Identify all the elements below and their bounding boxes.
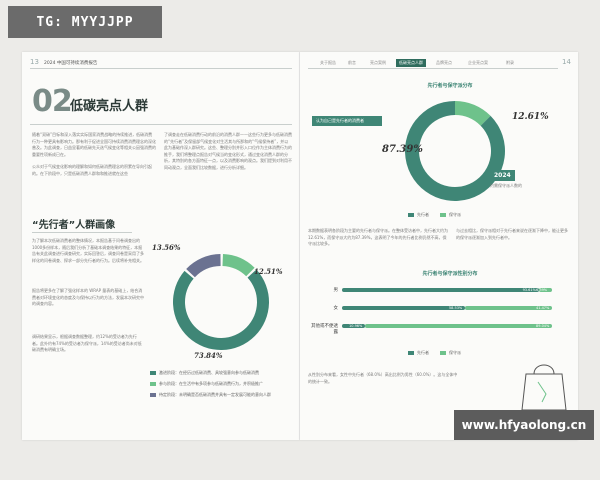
donut1-label-1: 12.51% — [254, 267, 283, 276]
right-page: 关于报告 前言 亮点案例 低碳亮点人群 品牌亮点 企业亮点案 附录 14 先行者与保守派分布… — [300, 52, 578, 440]
site-watermark: www.hfyaolong.cn — [454, 410, 594, 440]
report-title: 2024 中国可持续消费报告 — [44, 61, 98, 66]
donut1-slice-1 — [222, 254, 255, 277]
subsection-rule — [32, 232, 132, 233]
intro-paragraph-2: 公众对于气候变化影响的理解和如何低碳消费理念的积累在导向引起的。在下阶段中，只是… — [32, 164, 152, 176]
stage-donut-chart: 13.56% 12.51% 73.84% — [152, 243, 283, 360]
chart2-legend: 先行者 保守派 — [408, 350, 461, 356]
stage-legend: 激进阶段：在经历过低碳消费、具较强意向参与低碳消费 参与阶段：在生活中有多项参与… — [150, 370, 290, 398]
donut1-slice-2 — [173, 269, 269, 350]
legend-swatch — [408, 351, 414, 355]
legend-label: 先行者 — [417, 350, 429, 355]
telegram-overlay: TG: MYYJJPP — [8, 6, 162, 38]
legend-item-0: 激进阶段：在经历过低碳消费、具较强意向参与低碳消费 — [150, 370, 290, 376]
bar-category-label: 女 — [333, 306, 339, 311]
legend-swatch — [150, 382, 156, 386]
intro-paragraph: 随着“双碳”目标和深入落实实际国家消费战略的持续推进，低碳消费行为一种更具有影响… — [32, 132, 156, 157]
section-rule — [30, 124, 292, 125]
shopping-bag-illustration — [521, 364, 567, 411]
bar-category-label: 男 — [333, 288, 339, 293]
subsection-title: “先行者”人群画像 — [32, 220, 116, 231]
section-number: 02 — [32, 84, 73, 119]
bar-category-label: 其他或不便透露 — [311, 324, 338, 335]
page-number-left: 13 — [30, 58, 39, 66]
donut1-label-0: 13.56% — [152, 243, 181, 252]
legend-text: 参与阶段：在生活中有多项参与低碳消费行为，并积极推广 — [159, 381, 263, 386]
bar-value-label: 58.53% — [448, 306, 463, 311]
body-paragraph-6: 调研结果显示，根据调查数据整理，约12%的受访者为先行者。此外约有74%的受访者… — [32, 334, 142, 352]
donut1-label-2: 73.84% — [194, 351, 223, 360]
legend-text: 待定阶段：未明确是否低碳消费并具有一定发展可能的意向人群 — [159, 392, 271, 397]
header-rule — [30, 68, 292, 69]
legend-item-1: 参与阶段：在生活中有多项参与低碳消费行为，并积极推广 — [150, 381, 290, 387]
legend-swatch — [150, 393, 156, 397]
legend-label: 保守派 — [449, 350, 461, 355]
intro-paragraph-3: 了调查走在低碳消费行动的前沿的消费人群——这些行为更多与低碳消费的“先行者”及保… — [164, 132, 292, 170]
bar-value-label: 89.04% — [536, 324, 550, 329]
body-paragraph-3: 从性别分布来看，女性中先行者（68.0%）高出比例为男性（60.0%）。这与全体… — [308, 372, 458, 384]
legend-swatch — [150, 371, 156, 375]
legend-swatch — [440, 351, 446, 355]
bar-segment-先行者 — [342, 288, 539, 292]
bar-segment-保守派 — [365, 324, 552, 328]
legend-text: 激进阶段：在经历过低碳消费、具较强意向参与低碳消费 — [159, 370, 259, 375]
bar-segment-先行者 — [342, 306, 465, 310]
bar-value-label: 41.47% — [536, 306, 550, 311]
bar-value-label: 10.96% — [349, 324, 363, 329]
body-paragraph-4: 为了解本次低碳消费者的整体情况，本报告基于问卷调查出的1000多份样本，随后我们… — [32, 238, 144, 263]
section-title: 低碳亮点人群 — [70, 99, 149, 114]
donut1-slice-0 — [186, 254, 221, 278]
body-paragraph-5: 报告将更多在了解了强化样本的 WRAP 量表的基础上，结合消费者对环境变化的态度… — [32, 288, 144, 306]
bar-value-label: 6.39% — [536, 288, 548, 293]
legend-item-2: 待定阶段：未明确是否低碳消费并具有一定发展可能的意向人群 — [150, 392, 290, 398]
left-page: 13 2024 中国可持续消费报告 02 低碳亮点人群 随着“双碳”目标和深入落… — [22, 52, 300, 440]
bar-value-label: 93.61% — [522, 288, 536, 293]
